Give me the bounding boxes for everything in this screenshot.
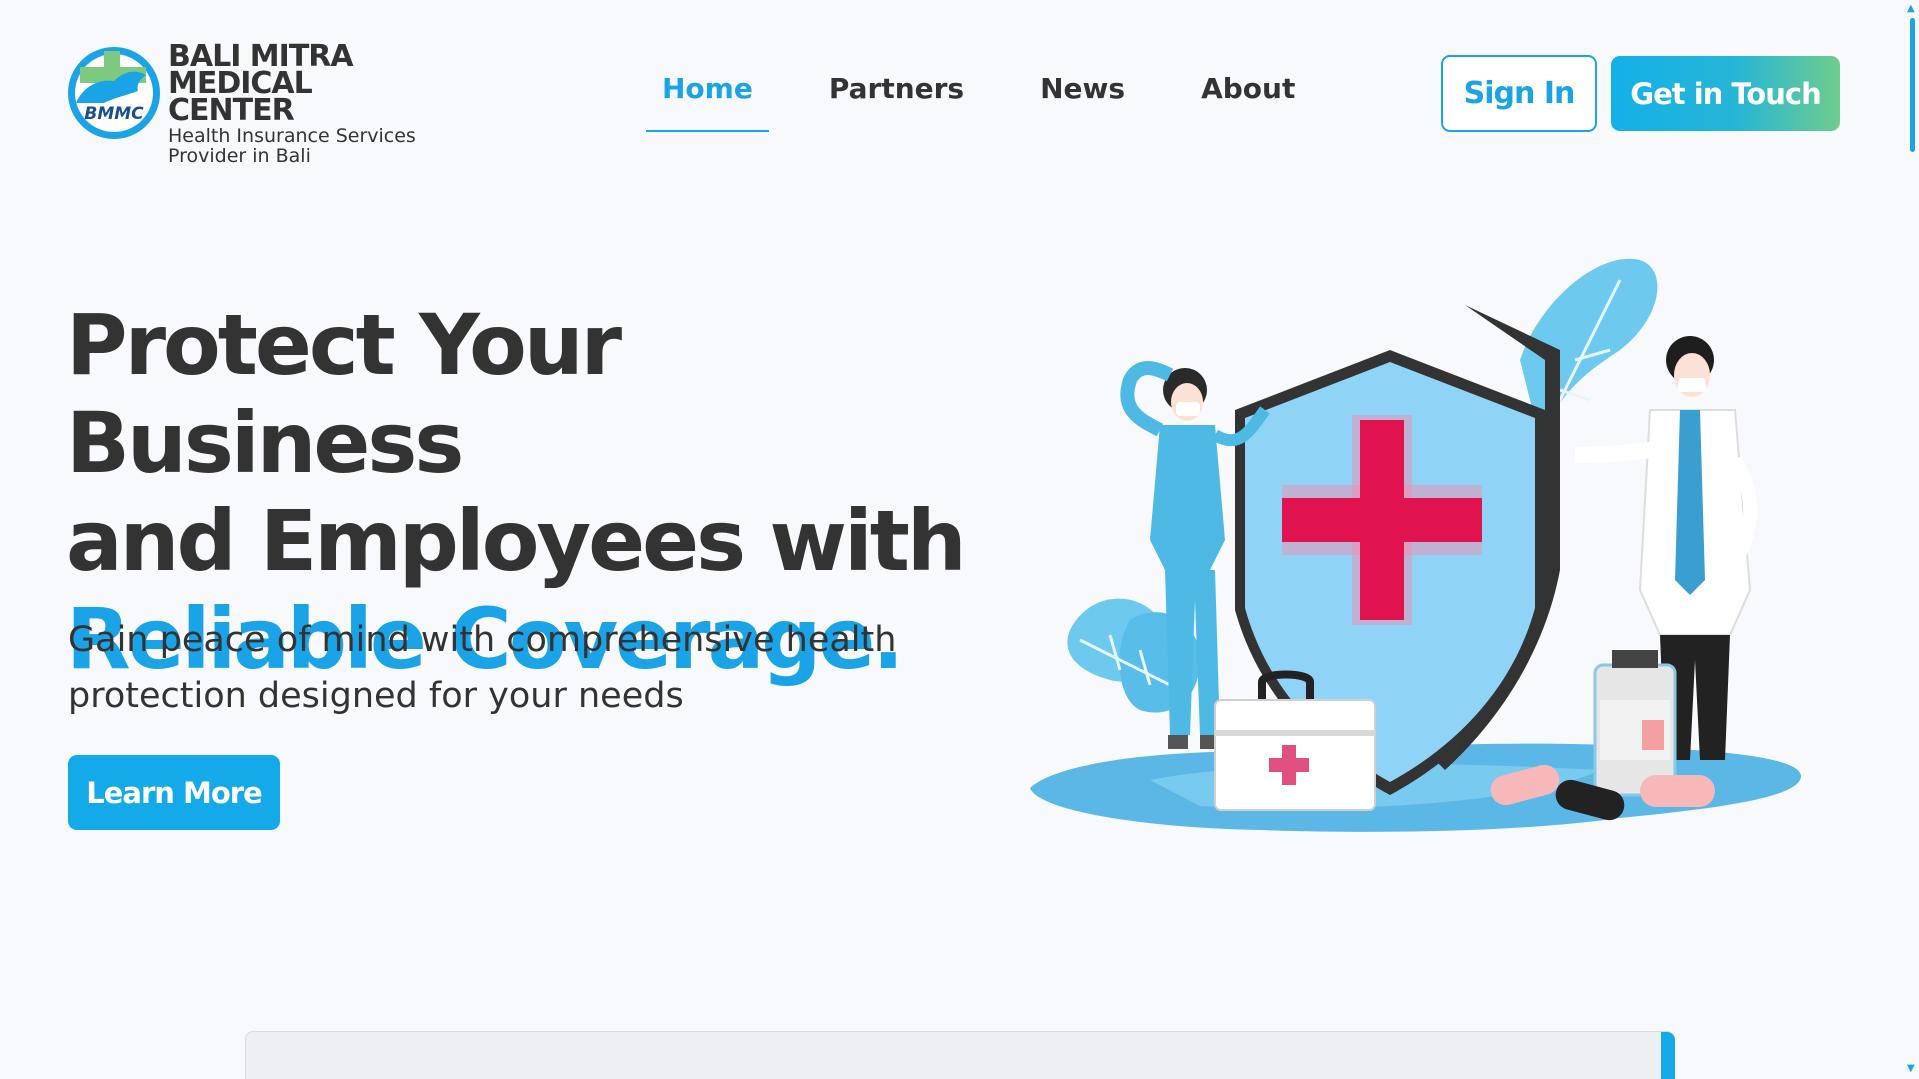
card-accent-bar — [1661, 1032, 1675, 1079]
hero-title-line2: and Employees with — [66, 492, 967, 590]
scrollbar-thumb[interactable] — [1910, 18, 1915, 152]
bmmc-emblem-icon: BMMC — [68, 47, 160, 139]
site-header: BMMC BALI MITRA MEDICAL CENTER Health In… — [0, 0, 1919, 180]
nav-item-partners[interactable]: Partners — [813, 58, 980, 132]
main-nav: Home Partners News About — [646, 58, 1355, 132]
brand-logo[interactable]: BMMC BALI MITRA MEDICAL CENTER Health In… — [66, 42, 426, 166]
doctors-with-shield-illustration-icon — [1030, 258, 1801, 832]
hero-subtitle: Gain peace of mind with comprehensive he… — [68, 620, 897, 716]
nav-item-news[interactable]: News — [1024, 58, 1141, 132]
scroll-up-arrow-icon[interactable]: ▲ — [1907, 4, 1915, 14]
content-card — [245, 1031, 1675, 1079]
brand-name-line2: MEDICAL CENTER — [168, 66, 313, 128]
brand-text: BALI MITRA MEDICAL CENTER Health Insuran… — [168, 42, 426, 167]
get-in-touch-button[interactable]: Get in Touch — [1611, 56, 1840, 131]
nav-item-about[interactable]: About — [1185, 58, 1311, 132]
nav-item-home[interactable]: Home — [646, 58, 769, 132]
emblem-text: BMMC — [84, 104, 144, 124]
brand-tagline-line1: Health Insurance Services — [168, 125, 416, 147]
learn-more-button[interactable]: Learn More — [68, 755, 280, 830]
brand-tagline-line2: Provider in Bali — [168, 145, 311, 167]
page-scrollbar[interactable]: ▲ ▼ — [1905, 0, 1919, 1079]
hero-title-line1: Protect Your Business — [66, 296, 622, 492]
scroll-down-arrow-icon[interactable]: ▼ — [1907, 1064, 1915, 1074]
sign-in-button[interactable]: Sign In — [1441, 55, 1597, 132]
